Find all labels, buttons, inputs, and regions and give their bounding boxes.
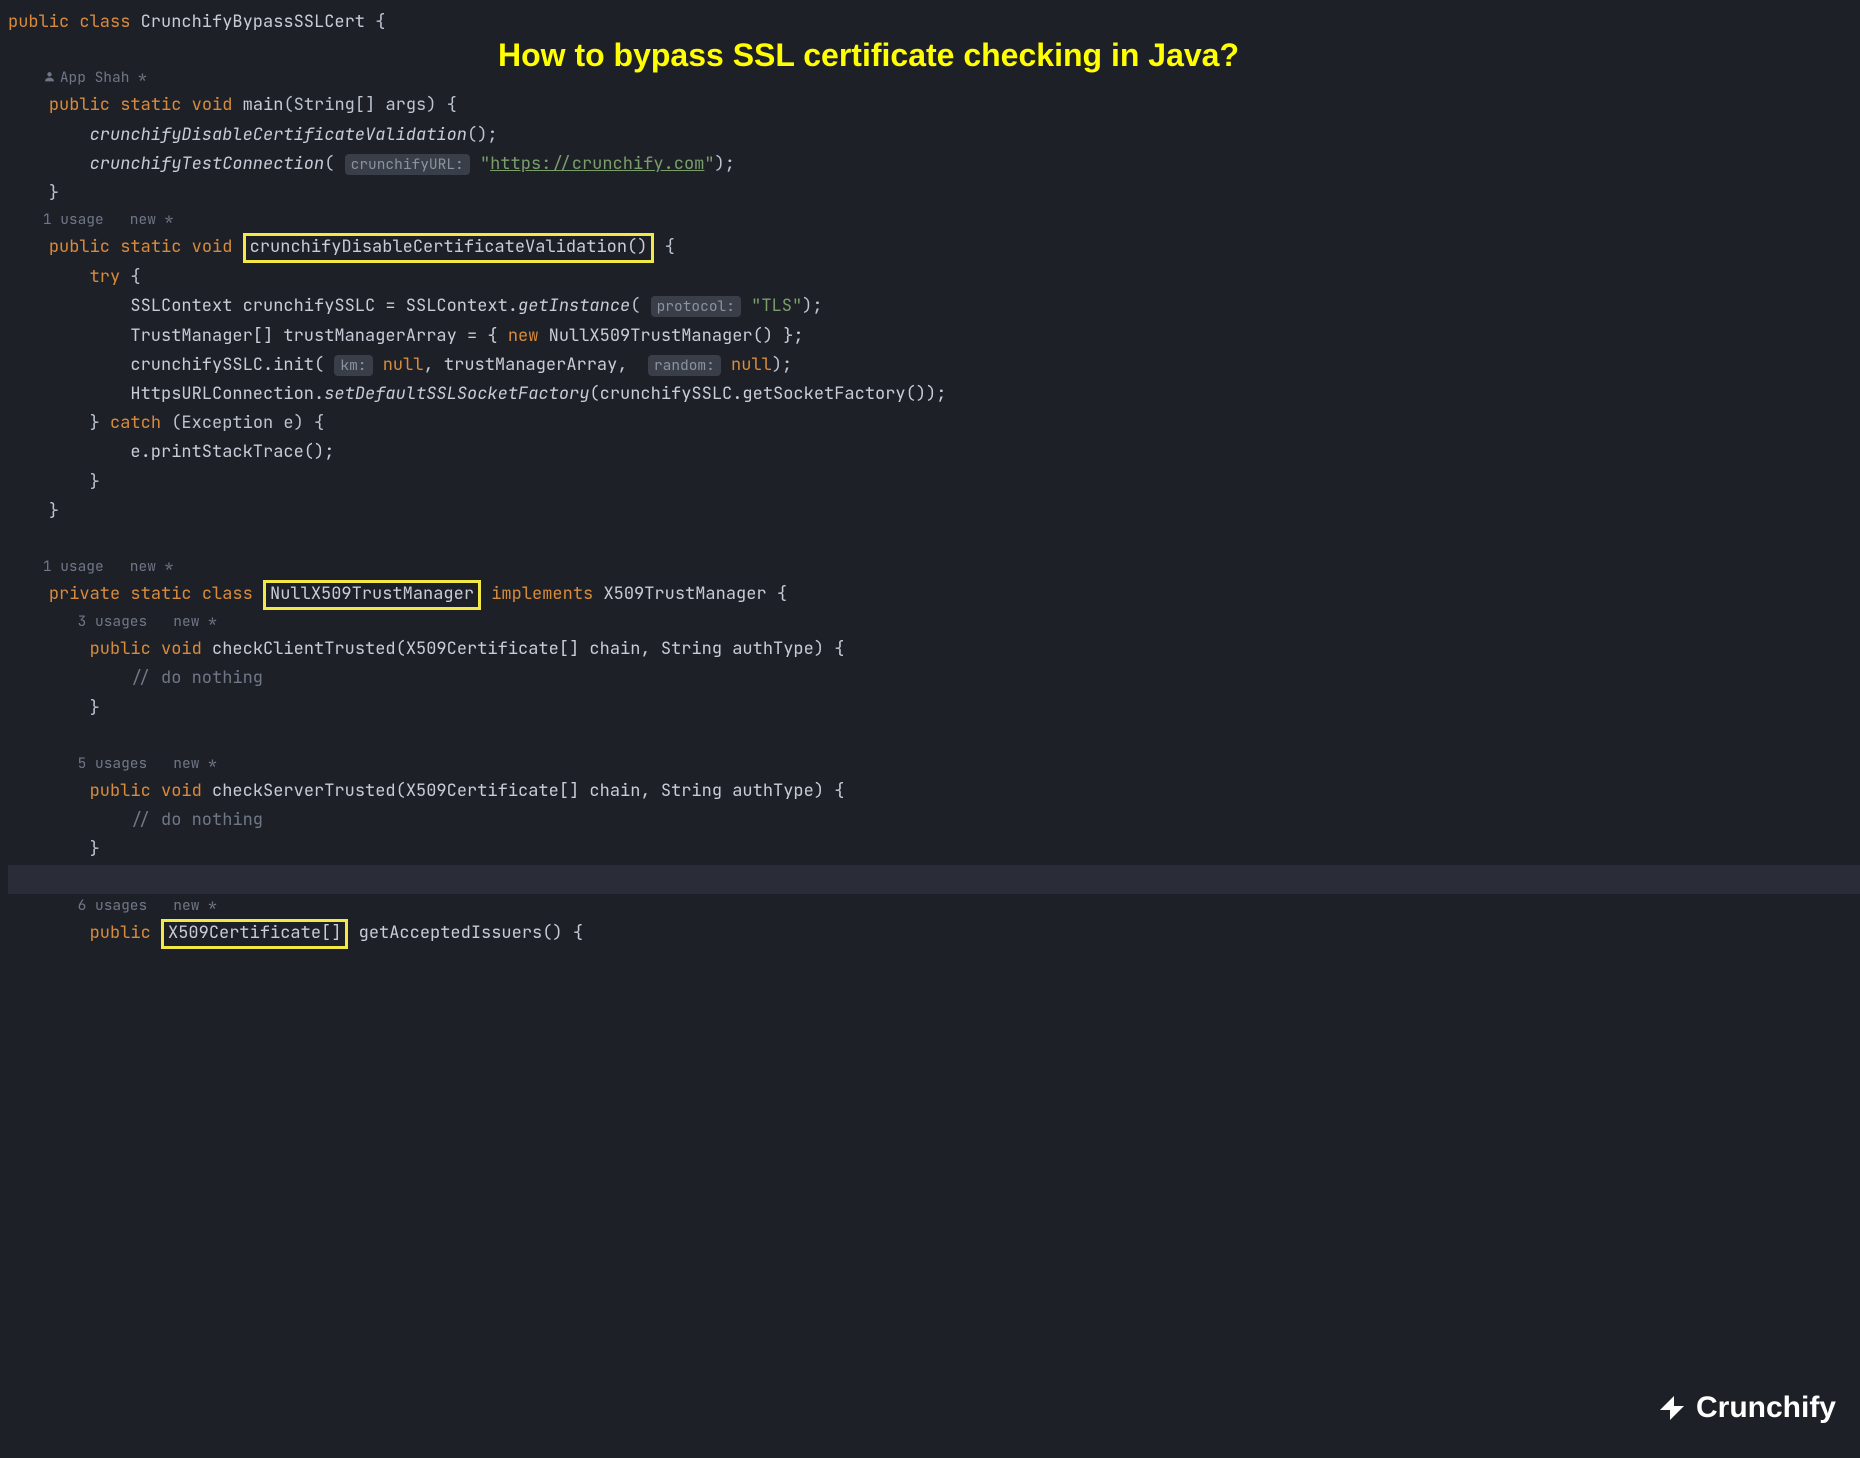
code-line-caret (8, 865, 1860, 894)
code-line: // do nothing (8, 806, 1860, 835)
code-line (8, 526, 1860, 555)
inlay-hint: protocol: (651, 296, 741, 317)
code-line: TrustManager[] trustManagerArray = { new… (8, 322, 1860, 351)
code-line: } (8, 497, 1860, 526)
code-line: SSLContext crunchifySSLC = SSLContext.ge… (8, 292, 1860, 321)
code-line: public void checkServerTrusted(X509Certi… (8, 777, 1860, 806)
code-line: public static void crunchifyDisableCerti… (8, 233, 1860, 263)
url-link[interactable]: https://crunchify.com (490, 153, 704, 175)
user-icon (43, 70, 56, 83)
code-editor[interactable]: public class CrunchifyBypassSSLCert { Ap… (8, 8, 1860, 949)
code-line: private static class NullX509TrustManage… (8, 580, 1860, 610)
code-line: public X509Certificate[] getAcceptedIssu… (8, 919, 1860, 949)
usage-hint[interactable]: 1 usage new * (8, 555, 1860, 580)
code-line: crunchifyDisableCertificateValidation(); (8, 121, 1860, 150)
usage-hint[interactable]: 1 usage new * (8, 208, 1860, 233)
code-line: } catch (Exception e) { (8, 409, 1860, 438)
code-line: crunchifyTestConnection( crunchifyURL: "… (8, 150, 1860, 179)
highlight-class: NullX509TrustManager (263, 580, 481, 610)
highlight-type: X509Certificate[] (161, 919, 348, 949)
usage-hint[interactable]: 6 usages new * (8, 894, 1860, 919)
highlight-method: crunchifyDisableCertificateValidation() (243, 233, 655, 263)
inlay-hint: crunchifyURL: (345, 154, 470, 175)
code-line: public void checkClientTrusted(X509Certi… (8, 635, 1860, 664)
code-line: } (8, 468, 1860, 497)
code-line: } (8, 835, 1860, 864)
code-line: HttpsURLConnection.setDefaultSSLSocketFa… (8, 380, 1860, 409)
code-line: } (8, 694, 1860, 723)
inlay-hint: random: (648, 355, 721, 376)
brand-logo: Crunchify (1656, 1382, 1836, 1434)
code-line: public static void main(String[] args) { (8, 91, 1860, 120)
code-line: e.printStackTrace(); (8, 438, 1860, 467)
title-overlay: How to bypass SSL certificate checking i… (498, 28, 1820, 83)
code-line: try { (8, 263, 1860, 292)
code-line: // do nothing (8, 664, 1860, 693)
inlay-hint: km: (334, 355, 372, 376)
code-line (8, 723, 1860, 752)
code-line: crunchifySSLC.init( km: null, trustManag… (8, 351, 1860, 380)
usage-hint[interactable]: 5 usages new * (8, 752, 1860, 777)
code-line: } (8, 179, 1860, 208)
logo-icon (1656, 1392, 1688, 1424)
usage-hint[interactable]: 3 usages new * (8, 610, 1860, 635)
